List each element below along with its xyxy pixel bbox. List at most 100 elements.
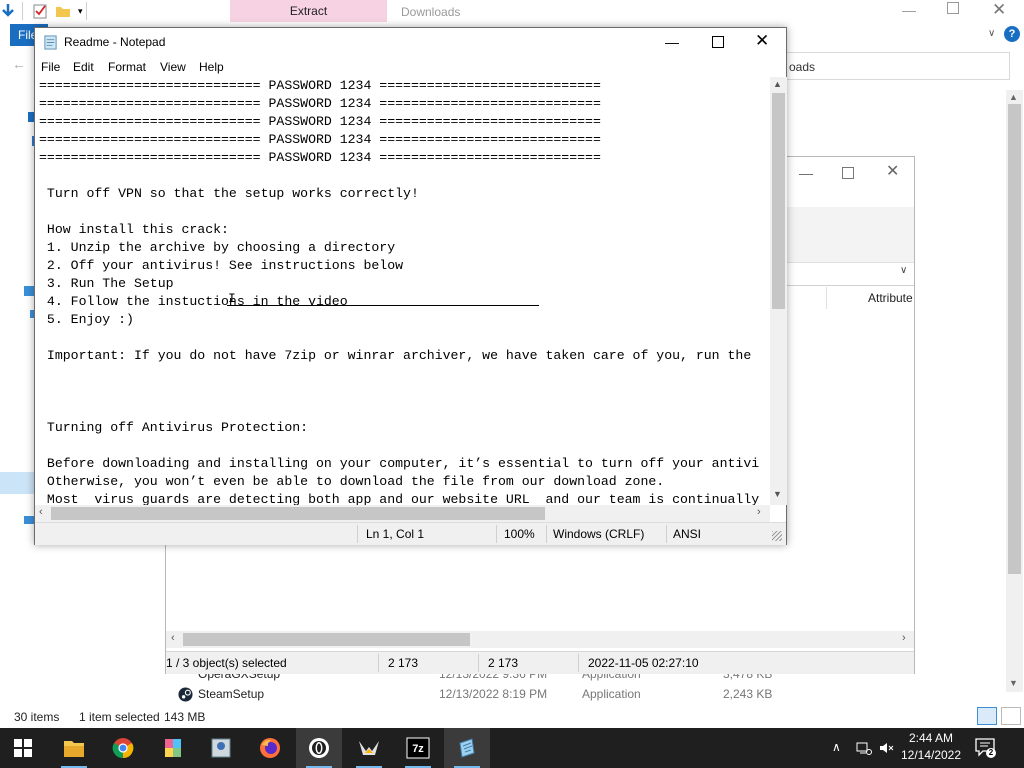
explorer-minimize-icon[interactable]: —	[902, 2, 916, 18]
taskbar-media-app[interactable]	[198, 728, 244, 768]
game-app-icon	[359, 741, 379, 755]
notepad-vertical-scrollbar[interactable]: ▲ ▼	[770, 77, 787, 505]
network-icon[interactable]	[856, 740, 872, 756]
explorer-titlebar: ▾ Extract Downloads — ✕	[0, 0, 1024, 24]
list-item[interactable]: SteamSetup 12/13/2022 8:19 PM Applicatio…	[178, 684, 998, 704]
menu-format[interactable]: Format	[108, 57, 146, 77]
selection-info: 1 / 3 object(s) selected	[166, 656, 287, 670]
nav-selected-item[interactable]	[0, 472, 36, 494]
system-clock[interactable]: 2:44 AM 12/14/2022	[896, 728, 966, 768]
customize-qa-icon[interactable]: ▾	[78, 6, 83, 17]
file-date: 12/13/2022 8:19 PM	[439, 687, 548, 701]
packed-size-value: 2 173	[488, 656, 519, 670]
taskbar-notepad[interactable]	[444, 728, 490, 768]
ribbon-tab-extract[interactable]: Extract	[230, 0, 387, 22]
network-icon	[24, 516, 34, 524]
explorer-close-icon[interactable]: ✕	[992, 0, 1006, 20]
explorer-scroll-thumb[interactable]	[1008, 104, 1021, 574]
file-type: Application	[582, 687, 641, 701]
archive-horizontal-scrollbar[interactable]: ‹ ›	[166, 631, 914, 648]
menu-view[interactable]: View	[160, 57, 186, 77]
taskbar-opera-gx[interactable]	[296, 728, 342, 768]
taskbar-file-explorer[interactable]	[51, 728, 97, 768]
archive-maximize-icon[interactable]	[842, 167, 854, 179]
notepad-title: Readme - Notepad	[64, 35, 166, 49]
archive-scroll-thumb[interactable]	[183, 633, 470, 646]
this-pc-icon	[24, 286, 34, 296]
zoom-level: 100%	[504, 527, 535, 541]
steam-icon	[178, 687, 193, 702]
explorer-status-bar: 30 items 1 item selected 143 MB	[0, 706, 1024, 728]
properties-icon[interactable]	[32, 3, 48, 19]
text-cursor-icon: Ι	[228, 291, 236, 306]
notepad-text-area[interactable]: ============================ PASSWORD 12…	[35, 77, 770, 505]
scroll-right-icon[interactable]: ›	[757, 506, 761, 518]
text-underline-artifact	[227, 305, 539, 306]
notepad-close-icon[interactable]: ✕	[755, 31, 769, 51]
resize-grip-icon[interactable]	[772, 531, 782, 541]
taskbar-colorful-app[interactable]	[150, 728, 196, 768]
notepad-hscroll-thumb[interactable]	[51, 507, 545, 520]
column-attributes[interactable]: Attribute	[868, 291, 913, 305]
details-view-icon[interactable]	[977, 707, 997, 725]
taskbar-game-app[interactable]	[346, 728, 392, 768]
notepad-icon	[459, 738, 475, 758]
large-icons-view-icon[interactable]	[1001, 707, 1021, 725]
archive-minimize-icon[interactable]: —	[799, 165, 813, 181]
encoding: ANSI	[673, 527, 702, 541]
clock-time: 2:44 AM	[908, 731, 954, 745]
scroll-down-icon[interactable]: ▼	[773, 489, 782, 499]
notepad-icon	[44, 35, 57, 50]
chevron-down-icon[interactable]: ∨	[900, 265, 907, 276]
notepad-titlebar: Readme - Notepad — ✕	[35, 28, 786, 57]
notepad-window: Readme - Notepad — ✕ File Edit Format Vi…	[34, 27, 787, 545]
menu-edit[interactable]: Edit	[73, 57, 94, 77]
svg-text:7z: 7z	[412, 743, 424, 755]
notepad-vscroll-thumb[interactable]	[772, 93, 785, 309]
download-arrow-icon[interactable]	[0, 3, 16, 19]
notepad-status-bar: Ln 1, Col 1 100% Windows (CRLF) ANSI	[35, 522, 786, 545]
start-button[interactable]	[0, 728, 46, 768]
clock-date: 12/14/2022	[900, 748, 962, 762]
file-size: 2,243 KB	[723, 687, 773, 701]
taskbar-7zip[interactable]: 7z	[395, 728, 441, 768]
colorful-app-icon	[165, 739, 181, 757]
size-value: 2 173	[388, 656, 419, 670]
notepad-menubar: File Edit Format View Help	[35, 57, 786, 77]
start-icon	[14, 739, 32, 757]
show-hidden-icons-icon[interactable]: ∧	[832, 740, 841, 754]
modified-date: 2022-11-05 02:27:10	[588, 656, 699, 670]
notepad-minimize-icon[interactable]: —	[665, 34, 679, 50]
taskbar: 7z ∧ 2	[0, 728, 1024, 768]
7zip-icon: 7z	[406, 737, 430, 759]
notepad-maximize-icon[interactable]	[712, 36, 724, 48]
menu-help[interactable]: Help	[199, 57, 224, 77]
volume-muted-icon[interactable]	[878, 740, 894, 756]
back-arrow-icon[interactable]: ←	[12, 56, 26, 72]
media-app-icon	[211, 738, 231, 758]
chrome-icon	[112, 738, 134, 759]
search-box[interactable]: oads	[780, 52, 1010, 80]
firefox-icon	[260, 738, 280, 758]
opera-gx-icon	[309, 738, 329, 758]
explorer-vertical-scrollbar[interactable]: ▲ ▼	[1006, 90, 1023, 692]
taskbar-chrome[interactable]	[100, 728, 146, 768]
archive-status-bar: 1 / 3 object(s) selected 2 173 2 173 202…	[166, 651, 914, 674]
scroll-left-icon[interactable]: ‹	[39, 506, 43, 518]
new-folder-icon[interactable]	[55, 3, 71, 19]
help-icon[interactable]: ?	[1004, 26, 1020, 42]
scroll-up-icon[interactable]: ▲	[773, 79, 782, 89]
file-explorer-icon	[64, 741, 84, 757]
archive-close-icon[interactable]: ✕	[886, 161, 899, 181]
taskbar-firefox[interactable]	[247, 728, 293, 768]
cursor-position: Ln 1, Col 1	[366, 527, 425, 541]
item-count: 30 items	[14, 710, 60, 724]
selected-size: 143 MB	[164, 710, 206, 724]
notepad-horizontal-scrollbar[interactable]: ‹ ›	[35, 505, 770, 522]
notifications-icon[interactable]: 2	[974, 736, 996, 758]
menu-file[interactable]: File	[41, 57, 60, 77]
window-title-downloads: Downloads	[401, 5, 461, 19]
file-name: SteamSetup	[198, 687, 265, 701]
ribbon-expand-icon[interactable]: ∨	[988, 28, 995, 39]
explorer-restore-icon[interactable]	[947, 2, 959, 14]
